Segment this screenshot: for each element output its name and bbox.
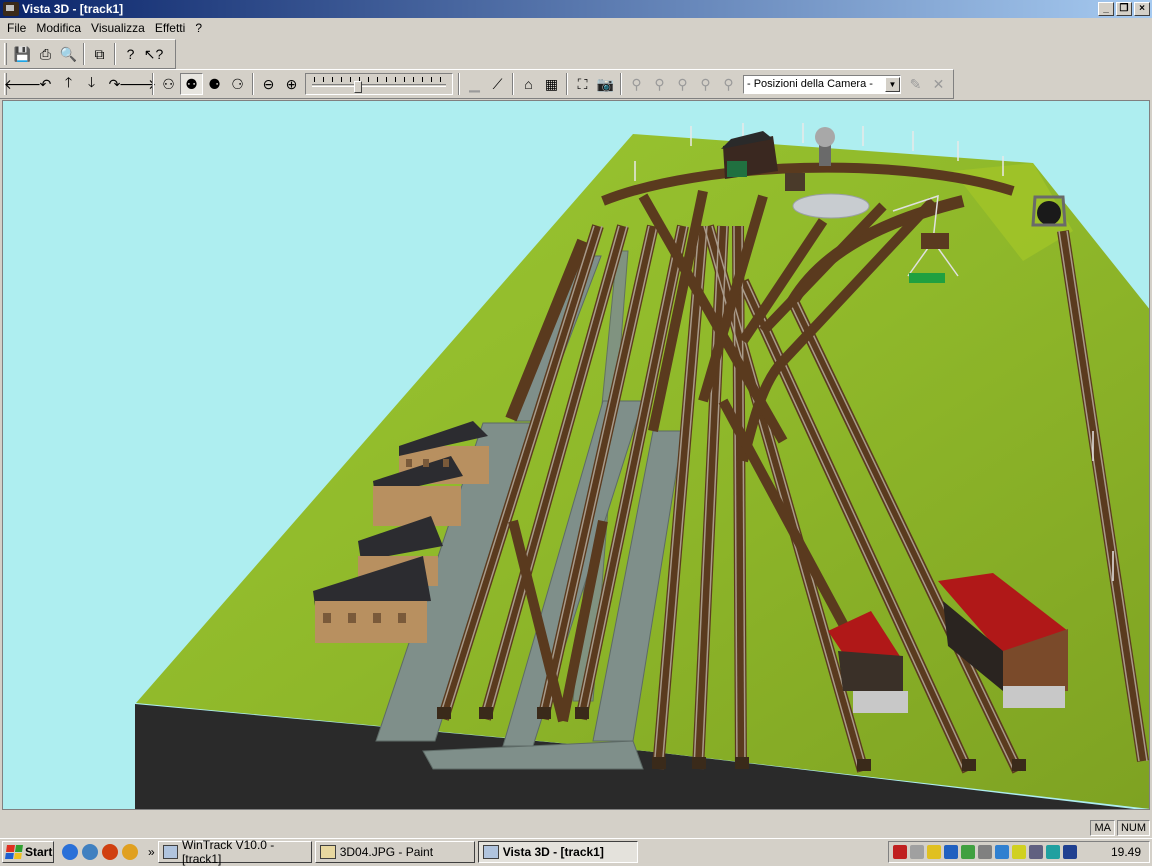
chevron-down-icon[interactable]: ▼ <box>885 76 900 92</box>
building-icon[interactable]: ⌂ <box>517 73 540 95</box>
shield-icon[interactable] <box>927 845 941 859</box>
menu-bar: File Modifica Visualizza Effetti ? <box>0 18 1152 38</box>
crane-base <box>909 273 945 283</box>
window-title: Vista 3D - [track1] <box>22 2 124 16</box>
menu-effetti[interactable]: Effetti <box>150 21 190 35</box>
move-down-icon[interactable]: 🡓 <box>80 73 103 95</box>
start-button[interactable]: Start <box>2 840 54 863</box>
help-icon[interactable]: ? <box>119 43 142 65</box>
player-icon[interactable] <box>122 843 138 860</box>
taskbar: Start » WinTrack V10.0 - [track1] 3D04.J… <box>0 838 1152 866</box>
ground-surface <box>136 134 1149 809</box>
toolbar-grip[interactable] <box>4 43 7 65</box>
volume-icon[interactable] <box>978 845 992 859</box>
tray-icon[interactable] <box>910 845 924 859</box>
task-vista3d[interactable]: Vista 3D - [track1] <box>477 840 638 863</box>
menu-visualizza[interactable]: Visualizza <box>86 21 150 35</box>
tray-icon[interactable] <box>893 845 907 859</box>
status-num: NUM <box>1116 820 1150 836</box>
layout-3d-scene <box>135 123 1149 809</box>
move-right-icon[interactable]: 🡒 <box>119 73 157 95</box>
app-icon[interactable] <box>3 2 19 16</box>
window-controls: _ ❐ × <box>1098 2 1150 16</box>
save-icon[interactable]: 💾 <box>11 43 34 65</box>
rotate-left-icon[interactable]: ↶ <box>34 73 57 95</box>
view-toolbar: 🡐 ↶ 🡑 🡓 ↷ 🡒 ⚇ ⚉ ⚈ ⚆ ⊖ ⊕ ▁ ⟋ ⌂ ▦ ⛶ 📷 ⚲ ⚲ … <box>0 69 954 99</box>
standard-toolbar: 💾 ⎙ 🔍 ⧉ ? ↖? <box>0 39 176 69</box>
close-button[interactable]: × <box>1134 2 1150 16</box>
3d-viewport[interactable] <box>2 100 1150 810</box>
track-edit-icon[interactable]: ⟋ <box>486 73 509 95</box>
chevron-icon[interactable]: » <box>148 845 155 859</box>
engine-shed <box>721 131 778 179</box>
camera-delete-icon[interactable]: ✕ <box>927 73 950 95</box>
camera-orbit-icon[interactable]: ⚆ <box>226 73 249 95</box>
menu-help[interactable]: ? <box>190 21 207 35</box>
zoom-in-icon[interactable]: ⊕ <box>280 73 303 95</box>
task-wintrack[interactable]: WinTrack V10.0 - [track1] <box>157 838 312 866</box>
camera-positions-select[interactable]: - Posizioni della Camera - ▼ <box>743 74 901 94</box>
menu-file[interactable]: File <box>2 21 31 35</box>
menu-modifica[interactable]: Modifica <box>31 21 86 35</box>
tray-icon[interactable] <box>961 845 975 859</box>
camera-save-icon[interactable]: ✎ <box>904 73 927 95</box>
zoom-slider[interactable] <box>305 73 453 95</box>
quick-launch <box>62 843 138 860</box>
tray-icon[interactable] <box>1063 845 1077 859</box>
grid-icon[interactable]: ▦ <box>540 73 563 95</box>
camera-1-icon[interactable]: ⚲ <box>625 73 648 95</box>
terrain-icon[interactable]: ▁ <box>463 73 486 95</box>
fit-view-icon[interactable]: ⛶ <box>571 73 594 95</box>
camera-5-icon[interactable]: ⚲ <box>717 73 740 95</box>
print-icon[interactable]: ⎙ <box>34 43 57 65</box>
wintrack-icon <box>162 844 179 859</box>
clock[interactable]: 19.49 <box>1111 845 1149 859</box>
system-tray: 19.49 <box>888 841 1150 863</box>
minimize-button[interactable]: _ <box>1098 2 1114 16</box>
title-bar: Vista 3D - [track1] _ ❐ × <box>0 0 1152 18</box>
status-bar: MA NUM <box>0 818 1152 838</box>
network-icon[interactable] <box>995 845 1009 859</box>
copy-icon[interactable]: ⧉ <box>88 43 111 65</box>
vista3d-icon <box>482 844 499 859</box>
zoom-out-icon[interactable]: ⊖ <box>257 73 280 95</box>
task-paint[interactable]: 3D04.JPG - Paint <box>314 840 475 863</box>
tray-icon[interactable] <box>1012 845 1026 859</box>
camera-snapshot-icon[interactable]: 📷 <box>594 73 617 95</box>
small-hut <box>785 173 805 191</box>
camera-tilt-icon[interactable]: ⚈ <box>203 73 226 95</box>
camera-2-icon[interactable]: ⚲ <box>648 73 671 95</box>
context-help-icon[interactable]: ↖? <box>142 43 165 65</box>
crane-cabin <box>921 233 949 249</box>
restore-button[interactable]: ❐ <box>1116 2 1132 16</box>
tray-icon[interactable] <box>1029 845 1043 859</box>
print-preview-icon[interactable]: 🔍 <box>57 43 80 65</box>
camera-3-icon[interactable]: ⚲ <box>671 73 694 95</box>
paint-icon <box>319 844 336 859</box>
ie-icon[interactable] <box>62 843 78 860</box>
tray-icon[interactable] <box>1046 845 1060 859</box>
camera-walk-icon[interactable]: ⚇ <box>157 73 180 95</box>
tray-icon[interactable] <box>944 845 958 859</box>
turntable <box>792 193 870 219</box>
outlook-icon[interactable] <box>82 843 98 860</box>
media-icon[interactable] <box>102 843 118 860</box>
camera-fly-icon[interactable]: ⚉ <box>180 73 203 95</box>
windows-logo-icon <box>5 844 23 859</box>
move-up-icon[interactable]: 🡑 <box>57 73 80 95</box>
status-ma: MA <box>1090 820 1115 836</box>
zoom-slider-thumb[interactable] <box>354 81 362 93</box>
camera-4-icon[interactable]: ⚲ <box>694 73 717 95</box>
move-left-icon[interactable]: 🡐 <box>4 73 42 95</box>
